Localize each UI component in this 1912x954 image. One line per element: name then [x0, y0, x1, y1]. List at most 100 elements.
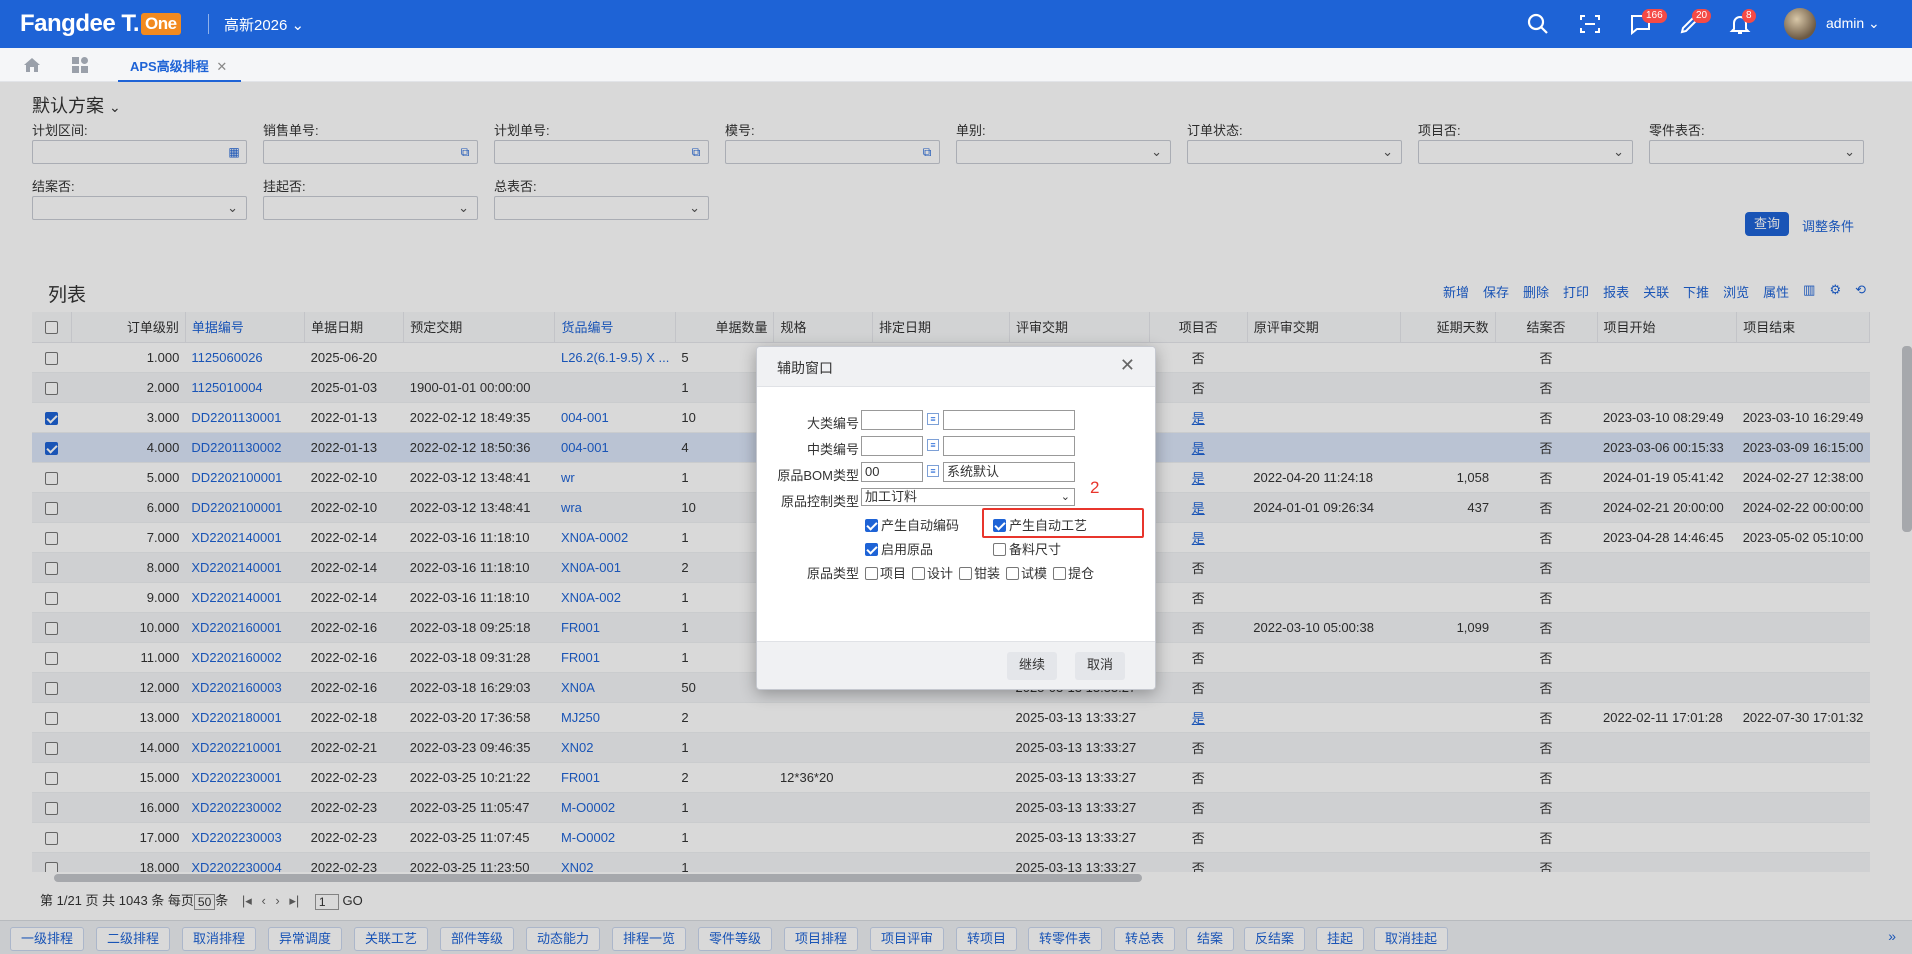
cell-item[interactable]	[554, 372, 676, 403]
page-input[interactable]: 1	[314, 893, 339, 910]
cell-item[interactable]: wr	[554, 462, 676, 493]
cell-no[interactable]: XD2202160003	[185, 672, 305, 703]
plan-range-field[interactable]: ▦	[32, 140, 247, 164]
cell-no[interactable]: XD2202140001	[185, 552, 305, 583]
table-row[interactable]: 18.000 XD2202230004 2022-02-23 2022-03-25 1…	[32, 852, 1870, 872]
row-checkbox[interactable]	[32, 492, 72, 523]
plan-order-field[interactable]: ⧉	[494, 140, 709, 164]
picker-icon[interactable]: ≡	[927, 413, 939, 425]
cell-no[interactable]: XD2202180001	[185, 702, 305, 733]
cell-item[interactable]: XN0A-001	[554, 552, 676, 583]
subcategory-name-input[interactable]	[943, 436, 1075, 456]
row-checkbox[interactable]	[32, 822, 72, 853]
row-checkbox[interactable]	[32, 672, 72, 703]
column-header[interactable]: 规格	[773, 312, 874, 343]
close-icon[interactable]: ✕	[1120, 355, 1135, 376]
next-page-icon[interactable]: ›	[275, 893, 279, 908]
row-checkbox[interactable]	[32, 432, 72, 463]
material-size-checkbox[interactable]: 备料尺寸	[993, 539, 1061, 558]
action-button-12[interactable]: 转零件表	[1028, 927, 1103, 951]
row-checkbox[interactable]	[32, 402, 72, 433]
action-button-0[interactable]: 一级排程	[10, 927, 85, 951]
is-project-field[interactable]: ⌄	[1418, 140, 1633, 164]
cell-no[interactable]: XD2202230003	[185, 822, 305, 853]
row-checkbox[interactable]	[32, 552, 72, 583]
cell-item[interactable]: 004-001	[554, 432, 676, 463]
cell-proj[interactable]: 是	[1149, 402, 1248, 433]
gear-icon[interactable]: ⚙	[1829, 282, 1841, 301]
mold-no-field[interactable]: ⧉	[725, 140, 940, 164]
bom-type-input[interactable]: 00	[861, 462, 923, 482]
cell-item[interactable]: MJ250	[554, 702, 676, 733]
chevron-down-icon[interactable]: ⌄	[1613, 144, 1624, 160]
apps-icon[interactable]	[70, 55, 90, 75]
select-all-checkbox[interactable]	[32, 312, 72, 343]
cell-item[interactable]: XN0A-002	[554, 582, 676, 613]
bom-type-name[interactable]: 系统默认	[943, 462, 1075, 482]
scan-icon[interactable]	[1578, 12, 1602, 36]
column-header[interactable]: 结案否	[1495, 312, 1598, 343]
row-checkbox[interactable]	[32, 762, 72, 793]
type-checkbox-0[interactable]: 项目	[865, 563, 906, 582]
toolbar-button-7[interactable]: 浏览	[1723, 282, 1749, 301]
cell-item[interactable]: FR001	[554, 642, 676, 673]
row-checkbox[interactable]	[32, 702, 72, 733]
auto-code-checkbox[interactable]: 产生自动编码	[865, 515, 959, 534]
cell-item[interactable]: L26.2(6.1-9.5) X ...	[554, 342, 676, 373]
toolbar-button-4[interactable]: 报表	[1603, 282, 1629, 301]
cell-item[interactable]: XN02	[554, 732, 676, 763]
action-button-6[interactable]: 动态能力	[526, 927, 601, 951]
picker-icon[interactable]: ≡	[927, 465, 939, 477]
cell-item[interactable]: M-O0002	[554, 792, 676, 823]
lookup-icon[interactable]: ⧉	[920, 145, 934, 159]
cell-item[interactable]: wra	[554, 492, 676, 523]
table-row[interactable]: 14.000 XD2202210001 2022-02-21 2022-03-23 0…	[32, 732, 1870, 763]
type-checkbox-2[interactable]: 钳装	[959, 563, 1000, 582]
toolbar-button-0[interactable]: 新增	[1443, 282, 1469, 301]
cell-no[interactable]: 1125060026	[185, 342, 305, 373]
action-button-17[interactable]: 取消挂起	[1374, 927, 1449, 951]
row-checkbox[interactable]	[32, 462, 72, 493]
message-icon[interactable]: 166	[1628, 9, 1667, 36]
toolbar-button-1[interactable]: 保存	[1483, 282, 1509, 301]
control-type-select[interactable]: 加工订料 ⌄	[861, 488, 1075, 506]
column-header[interactable]: 单据数量	[675, 312, 775, 343]
type-checkbox-4[interactable]: 提仓	[1053, 563, 1094, 582]
chevron-down-icon[interactable]: ⌄	[689, 200, 700, 216]
action-button-5[interactable]: 部件等级	[440, 927, 515, 951]
cell-item[interactable]: XN0A	[554, 672, 676, 703]
first-page-icon[interactable]: |◂	[242, 893, 252, 908]
action-button-7[interactable]: 排程一览	[612, 927, 687, 951]
cell-no[interactable]: XD2202230004	[185, 852, 305, 872]
cell-proj[interactable]: 是	[1149, 492, 1248, 523]
table-row[interactable]: 16.000 XD2202230002 2022-02-23 2022-03-25 1…	[32, 792, 1870, 823]
action-button-10[interactable]: 项目评审	[870, 927, 945, 951]
is-suspended-field[interactable]: ⌄	[263, 196, 478, 220]
type-checkbox-3[interactable]: 试模	[1006, 563, 1047, 582]
doc-type-field[interactable]: ⌄	[956, 140, 1171, 164]
cell-proj[interactable]: 是	[1149, 702, 1248, 733]
adjust-conditions-button[interactable]: 调整条件	[1802, 216, 1854, 235]
action-button-2[interactable]: 取消排程	[182, 927, 257, 951]
column-header[interactable]: 订单级别	[71, 312, 186, 343]
table-row[interactable]: 17.000 XD2202230003 2022-02-23 2022-03-25 1…	[32, 822, 1870, 853]
action-button-13[interactable]: 转总表	[1114, 927, 1176, 951]
cell-no[interactable]: XD2202140001	[185, 522, 305, 553]
edit-icon[interactable]: 20	[1678, 9, 1712, 36]
avatar[interactable]	[1784, 8, 1816, 40]
tenant-selector[interactable]: 高新2026 ⌄	[224, 14, 304, 35]
cell-item[interactable]: M-O0002	[554, 822, 676, 853]
action-button-9[interactable]: 项目排程	[784, 927, 859, 951]
vertical-scrollbar[interactable]	[1902, 346, 1912, 532]
chart-icon[interactable]: ▥	[1803, 282, 1815, 301]
picker-icon[interactable]: ≡	[927, 439, 939, 451]
chevron-down-icon[interactable]: ⌄	[1151, 144, 1162, 160]
toolbar-button-3[interactable]: 打印	[1563, 282, 1589, 301]
is-parts-list-field[interactable]: ⌄	[1649, 140, 1864, 164]
search-icon[interactable]	[1526, 12, 1550, 36]
scheme-selector[interactable]: 默认方案 ⌄	[32, 92, 121, 118]
order-status-field[interactable]: ⌄	[1187, 140, 1402, 164]
column-header[interactable]: 延期天数	[1400, 312, 1496, 343]
cell-proj[interactable]: 是	[1149, 432, 1248, 463]
column-header[interactable]: 项目否	[1149, 312, 1248, 343]
